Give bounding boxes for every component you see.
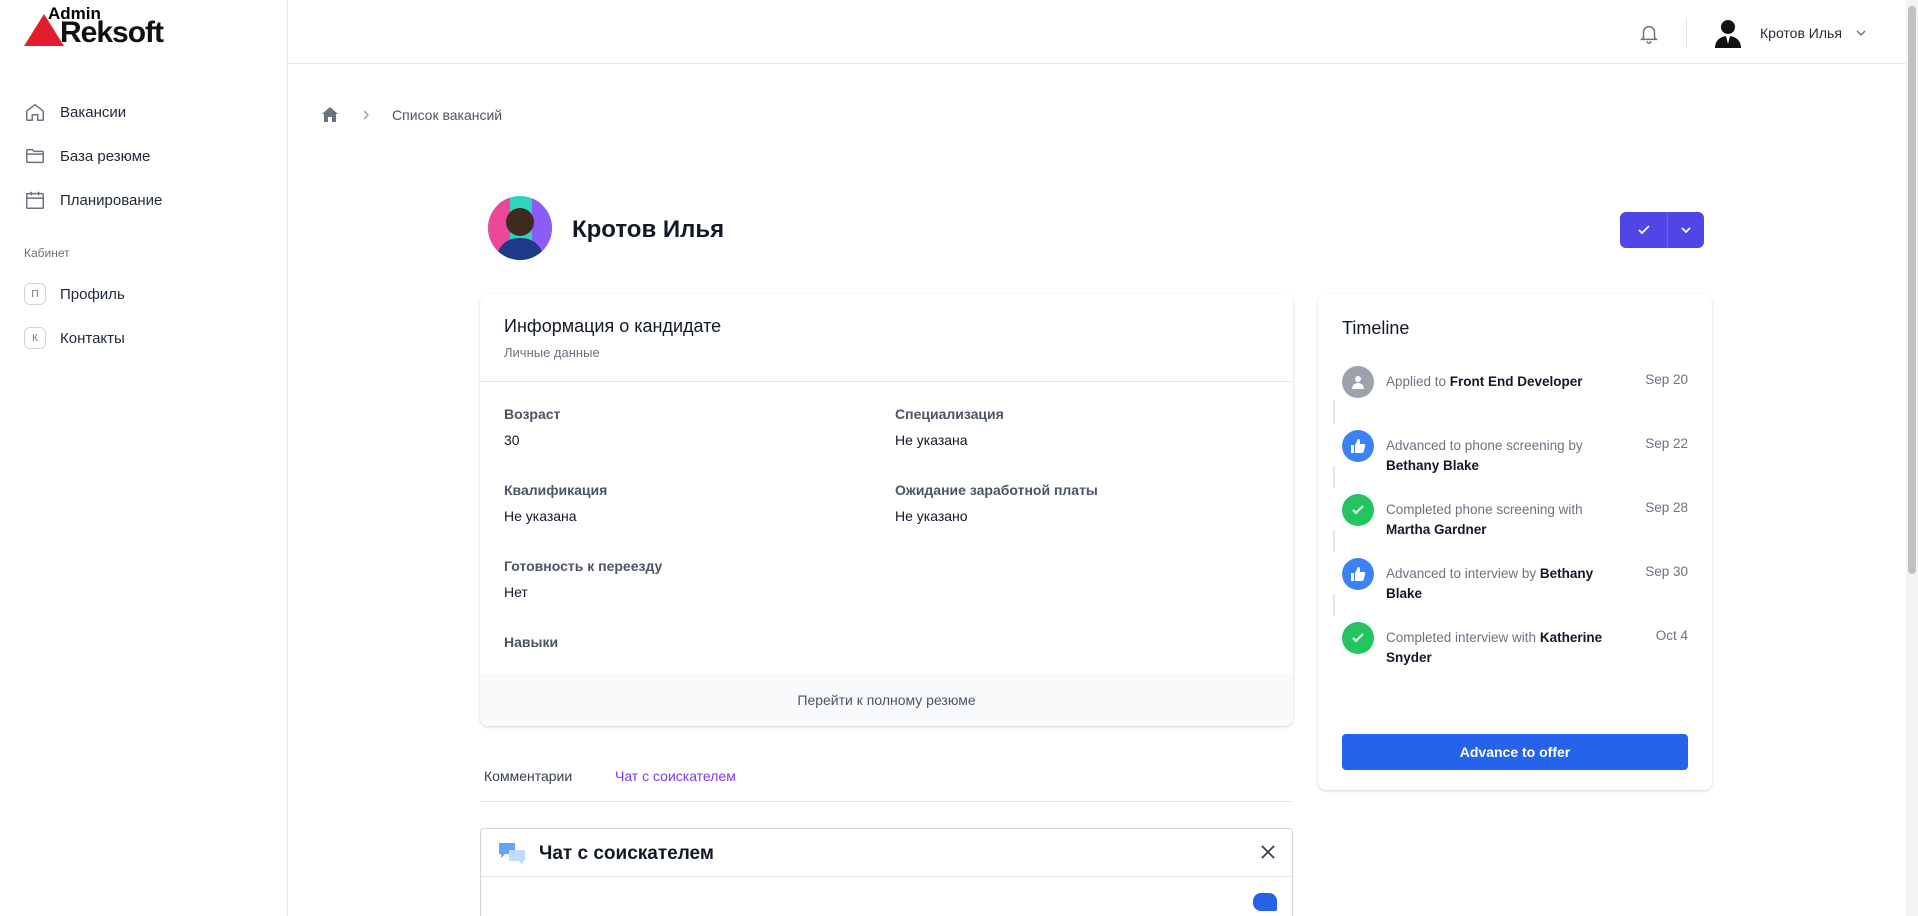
sidebar-item-label: База резюме [60, 147, 151, 165]
field-label: Навыки [504, 634, 559, 650]
sidebar-nav: Вакансии База резюме Планирование [24, 90, 264, 222]
timeline-text: Completed interview with Katherine Snyde… [1386, 630, 1603, 665]
sidebar-item-planning[interactable]: Планирование [24, 178, 264, 222]
candidate-info-card: Информация о кандидате Личные данные Воз… [480, 294, 1293, 726]
full-resume-link[interactable]: Перейти к полному резюме [480, 674, 1293, 726]
field-label: Готовность к переезду [504, 558, 663, 574]
logo-text: Reksoft [60, 16, 164, 49]
field-specialization: Специализация Не указана [895, 406, 1004, 448]
timeline-date: Sep 22 [1645, 436, 1688, 451]
check-icon [1342, 494, 1374, 526]
user-avatar[interactable] [1712, 16, 1744, 48]
timeline-connector [1333, 594, 1335, 616]
chevron-down-icon[interactable] [1854, 26, 1868, 40]
thumbs-up-icon [1342, 558, 1374, 590]
field-label: Квалификация [504, 482, 608, 498]
field-relocation: Готовность к переезду Нет [504, 558, 662, 600]
field-value: Не указана [504, 508, 577, 524]
timeline-title: Timeline [1342, 318, 1410, 338]
timeline-text: Completed phone screening with Martha Ga… [1386, 502, 1583, 537]
chat-message-bubble [1253, 893, 1277, 911]
chat-bubbles-icon [499, 843, 525, 865]
tab-bar: Комментарии Чат с соискателем [480, 768, 1293, 802]
header-divider [1686, 18, 1687, 48]
sidebar-item-label: Планирование [60, 191, 163, 209]
breadcrumb-current[interactable]: Список вакансий [392, 107, 502, 123]
timeline-card: Timeline Applied to Front End Developer … [1318, 294, 1712, 790]
field-age: Возраст 30 [504, 406, 560, 448]
sidebar-item-label: Профиль [60, 285, 125, 303]
sidebar-item-contacts[interactable]: К Контакты [24, 316, 264, 360]
header-user-name[interactable]: Кротов Илья [1760, 25, 1842, 41]
folder-icon [26, 148, 44, 164]
timeline-text: Applied to Front End Developer [1386, 374, 1583, 389]
sidebar: Admin Reksoft Вакансии База резюме Плани… [0, 0, 288, 916]
sidebar-item-label: Контакты [60, 329, 125, 347]
sidebar-item-label: Вакансии [60, 103, 127, 121]
candidate-name: Кротов Илья [572, 216, 725, 243]
field-label: Специализация [895, 406, 1004, 422]
thumbs-up-icon [1342, 430, 1374, 462]
field-value: 30 [504, 432, 520, 448]
chat-header: Чат с соискателем [481, 829, 1292, 877]
sidebar-section-label: Кабинет [24, 246, 70, 260]
user-icon [1342, 366, 1374, 398]
sidebar-item-vacancies[interactable]: Вакансии [24, 90, 264, 134]
chat-panel: Чат с соискателем [480, 828, 1293, 916]
timeline-date: Sep 28 [1645, 500, 1688, 515]
field-label: Возраст [504, 406, 561, 422]
field-value: Не указана [895, 432, 968, 448]
breadcrumb-home-icon[interactable] [320, 105, 340, 125]
field-qualification: Квалификация Не указана [504, 482, 607, 524]
action-dropdown-button[interactable] [1668, 212, 1704, 248]
field-label: Ожидание заработной платы [895, 482, 1098, 498]
card-header: Информация о кандидате Личные данные [480, 294, 1293, 382]
field-value: Нет [504, 584, 528, 600]
tab-comments[interactable]: Комментарии [484, 768, 572, 784]
letter-badge-icon: К [24, 327, 46, 349]
timeline-text: Advanced to phone screening by Bethany B… [1386, 438, 1583, 473]
bell-icon[interactable] [1638, 22, 1660, 44]
timeline-date: Sep 30 [1645, 564, 1688, 579]
field-skills: Навыки [504, 634, 558, 650]
calendar-icon [26, 191, 44, 209]
tab-chat[interactable]: Чат с соискателем [615, 768, 736, 784]
timeline-date: Sep 20 [1645, 372, 1688, 387]
top-header: Кротов Илья [288, 0, 1906, 64]
card-subtitle: Личные данные [504, 345, 600, 360]
close-icon[interactable] [1259, 843, 1277, 861]
timeline-connector [1333, 530, 1335, 552]
timeline-date: Oct 4 [1655, 628, 1688, 643]
candidate-avatar [488, 196, 552, 260]
logo[interactable]: Admin Reksoft [24, 4, 184, 49]
home-icon [26, 103, 44, 121]
cabinet-nav: П Профиль К Контакты [24, 272, 264, 360]
letter-badge-icon: П [24, 283, 46, 305]
field-value: Не указано [895, 508, 968, 524]
check-icon [1342, 622, 1374, 654]
timeline-text: Advanced to interview by Bethany Blake [1386, 566, 1594, 601]
approve-button[interactable] [1620, 212, 1668, 248]
field-salary-expectation: Ожидание заработной платы Не указано [895, 482, 1098, 524]
card-title: Информация о кандидате [504, 316, 722, 336]
advance-to-offer-button[interactable]: Advance to offer [1342, 734, 1688, 770]
scrollbar-thumb[interactable] [1908, 6, 1916, 574]
timeline-connector [1333, 466, 1335, 488]
sidebar-item-resume-base[interactable]: База резюме [24, 134, 264, 178]
chevron-right-icon [363, 110, 370, 120]
check-icon [1637, 225, 1650, 235]
chat-title: Чат с соискателем [539, 843, 714, 864]
sidebar-item-profile[interactable]: П Профиль [24, 272, 264, 316]
timeline-connector [1333, 400, 1335, 424]
action-button-group [1620, 212, 1704, 248]
chevron-down-icon [1681, 227, 1691, 234]
